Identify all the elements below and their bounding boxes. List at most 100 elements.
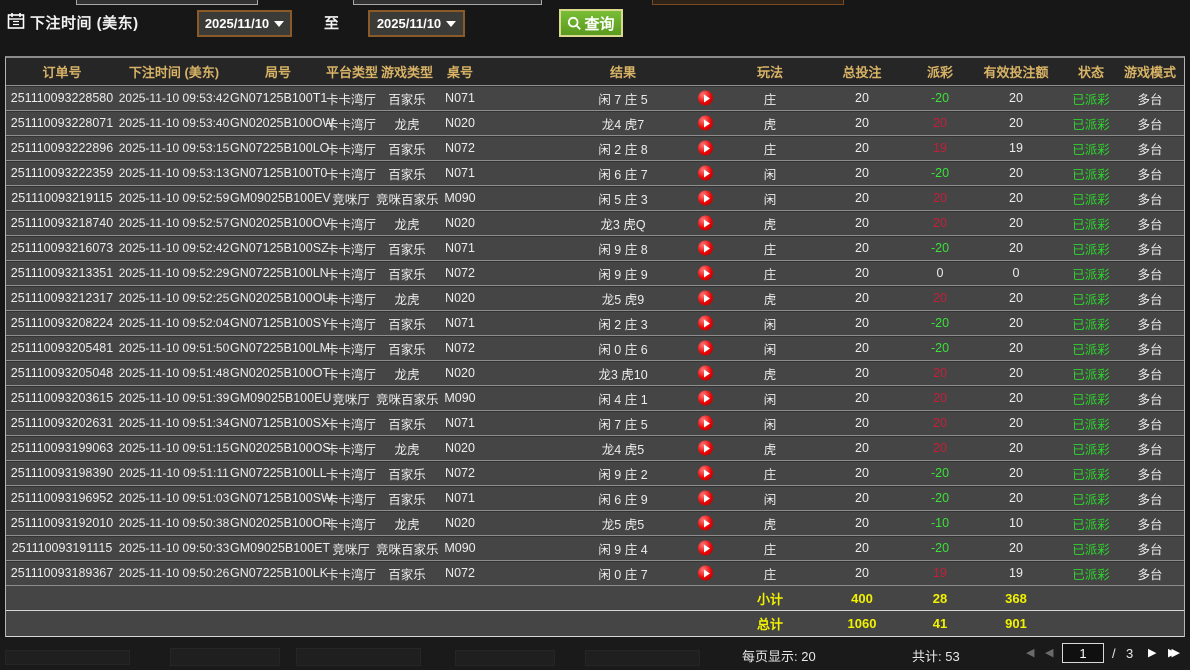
table-row: 251110093205481 2025-11-10 09:51:50 GN07… [6, 336, 1184, 361]
game-mode: 多台 [1116, 389, 1184, 408]
cutoff-input-3 [652, 0, 844, 5]
table-row: 251110093192010 2025-11-10 09:50:38 GN02… [6, 511, 1184, 536]
platform-type: 卡卡湾厅 [326, 464, 376, 483]
game-mode: 多台 [1116, 164, 1184, 183]
table-row: 251110093196952 2025-11-10 09:51:03 GN07… [6, 486, 1184, 511]
play-video-icon[interactable] [698, 541, 713, 556]
valid-bet: 20 [966, 441, 1066, 455]
date-to-select[interactable]: 2025/11/10 [368, 10, 465, 37]
grand-total-payout: 41 [914, 616, 966, 631]
search-button[interactable]: 查询 [559, 9, 623, 37]
order-number: 251110093203615 [6, 391, 118, 405]
play-video-icon[interactable] [698, 316, 713, 331]
page-number-input[interactable] [1062, 643, 1104, 663]
game-type: 竞咪百家乐 [376, 189, 438, 208]
result-text: 闲 9 庄 8 [598, 243, 647, 257]
payout: 0 [914, 266, 966, 280]
play-type: 庄 [730, 139, 810, 158]
total-bet: 20 [810, 491, 914, 505]
play-type: 虎 [730, 439, 810, 458]
total-bet: 20 [810, 566, 914, 580]
bet-time: 2025-11-10 09:51:11 [118, 466, 230, 480]
result-cell: 闲 2 庄 3 [482, 314, 730, 333]
total-bet: 20 [810, 241, 914, 255]
bet-time: 2025-11-10 09:53:15 [118, 141, 230, 155]
table-header-row: 订单号 下注时间 (美东) 局号 平台类型 游戏类型 桌号 结果 玩法 总投注 … [6, 58, 1184, 86]
play-video-icon[interactable] [698, 391, 713, 406]
col-header-payout: 派彩 [914, 62, 966, 81]
last-page-icon[interactable]: ▶▶ [1168, 646, 1180, 660]
game-mode: 多台 [1116, 339, 1184, 358]
total-bet: 20 [810, 116, 914, 130]
order-number: 251110093208224 [6, 316, 118, 330]
order-number: 251110093218740 [6, 216, 118, 230]
play-video-icon[interactable] [698, 291, 713, 306]
prev-page-icon[interactable]: ◀ [1045, 646, 1053, 660]
total-bet: 20 [810, 541, 914, 555]
valid-bet: 20 [966, 191, 1066, 205]
play-type: 庄 [730, 239, 810, 258]
table-row: 251110093228071 2025-11-10 09:53:40 GN02… [6, 111, 1184, 136]
result-cell: 闲 5 庄 3 [482, 189, 730, 208]
total-bet: 20 [810, 341, 914, 355]
table-number: N020 [438, 291, 482, 305]
play-video-icon[interactable] [698, 491, 713, 506]
result-text: 闲 9 庄 2 [598, 468, 647, 482]
grand-total-valid-bet: 901 [966, 616, 1066, 631]
ghost-remnant [170, 648, 280, 666]
total-bet: 20 [810, 291, 914, 305]
play-video-icon[interactable] [698, 416, 713, 431]
play-video-icon[interactable] [698, 366, 713, 381]
bet-time: 2025-11-10 09:51:50 [118, 341, 230, 355]
game-mode: 多台 [1116, 564, 1184, 583]
first-page-icon[interactable]: ◀ [1026, 646, 1034, 660]
status-badge: 已派彩 [1066, 514, 1116, 533]
valid-bet: 20 [966, 391, 1066, 405]
result-text: 闲 5 庄 3 [598, 193, 647, 207]
payout: 20 [914, 291, 966, 305]
game-mode: 多台 [1116, 114, 1184, 133]
order-number: 251110093196952 [6, 491, 118, 505]
next-page-icon[interactable]: ▶ [1148, 646, 1156, 660]
play-video-icon[interactable] [698, 141, 713, 156]
play-type: 庄 [730, 564, 810, 583]
play-video-icon[interactable] [698, 191, 713, 206]
total-bet: 20 [810, 191, 914, 205]
play-video-icon[interactable] [698, 91, 713, 106]
table-row: 251110093198390 2025-11-10 09:51:11 GN07… [6, 461, 1184, 486]
round-number: GM09025B100EV [230, 191, 326, 205]
game-type: 百家乐 [376, 339, 438, 358]
table-number: N072 [438, 266, 482, 280]
platform-type: 卡卡湾厅 [326, 564, 376, 583]
ghost-remnant [5, 650, 130, 665]
play-video-icon[interactable] [698, 441, 713, 456]
play-video-icon[interactable] [698, 266, 713, 281]
status-badge: 已派彩 [1066, 264, 1116, 283]
payout: 20 [914, 416, 966, 430]
play-video-icon[interactable] [698, 566, 713, 581]
play-video-icon[interactable] [698, 516, 713, 531]
round-number: GN02025B100OT [230, 366, 326, 380]
valid-bet: 20 [966, 491, 1066, 505]
bet-time-label: 下注时间 (美东) [30, 12, 139, 33]
status-badge: 已派彩 [1066, 464, 1116, 483]
bet-time: 2025-11-10 09:50:38 [118, 516, 230, 530]
status-badge: 已派彩 [1066, 89, 1116, 108]
result-cell: 闲 7 庄 5 [482, 89, 730, 108]
play-type: 闲 [730, 339, 810, 358]
result-cell: 闲 0 庄 6 [482, 339, 730, 358]
date-from-select[interactable]: 2025/11/10 [197, 10, 292, 37]
total-bet: 20 [810, 416, 914, 430]
bet-time: 2025-11-10 09:51:15 [118, 441, 230, 455]
game-mode: 多台 [1116, 139, 1184, 158]
play-video-icon[interactable] [698, 116, 713, 131]
payout: -20 [914, 341, 966, 355]
game-type: 百家乐 [376, 89, 438, 108]
play-video-icon[interactable] [698, 466, 713, 481]
round-number: GM09025B100ET [230, 541, 326, 555]
play-video-icon[interactable] [698, 166, 713, 181]
result-cell: 龙4 虎7 [482, 114, 730, 133]
play-video-icon[interactable] [698, 341, 713, 356]
play-video-icon[interactable] [698, 241, 713, 256]
play-video-icon[interactable] [698, 216, 713, 231]
